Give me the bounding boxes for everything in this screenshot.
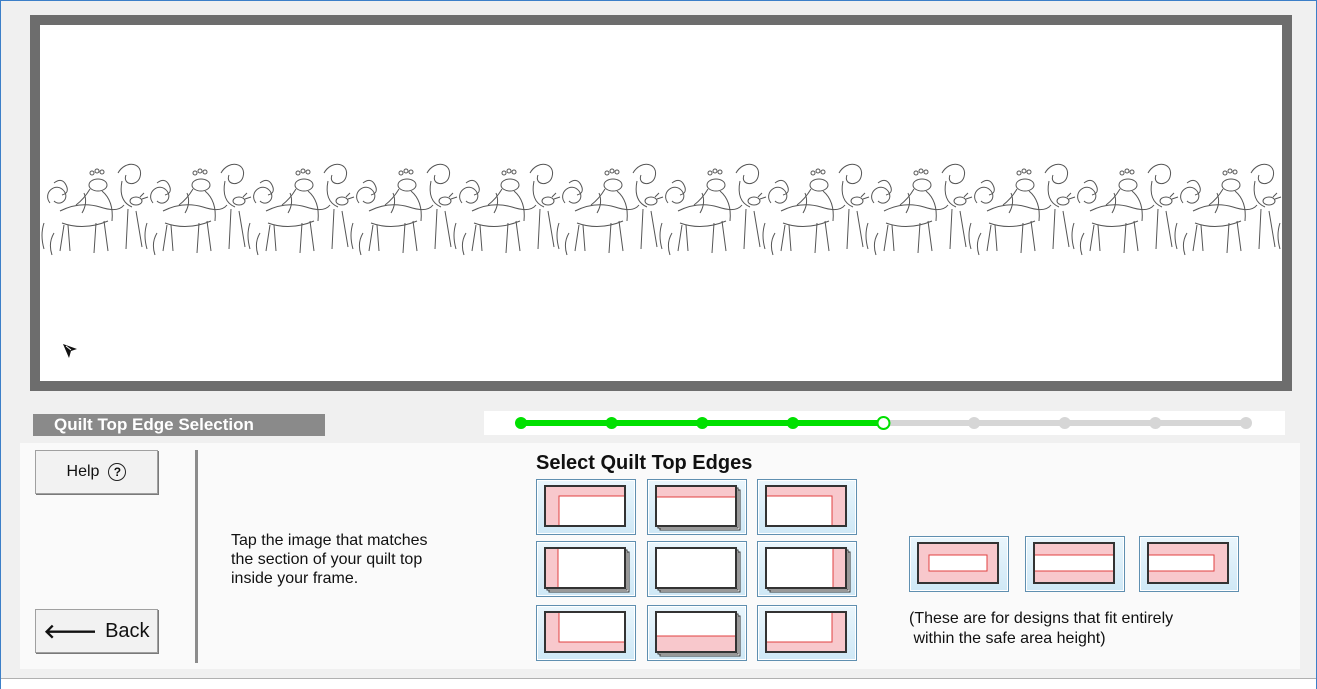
tile-right-edge[interactable] [757, 541, 857, 597]
section-title: Quilt Top Edge Selection [33, 414, 325, 436]
instructions-line-1: Tap the image that matches [231, 532, 428, 549]
design-preview-frame [30, 15, 1292, 391]
progress-step-dot [1058, 417, 1071, 429]
tile-bottom-left-edge[interactable] [536, 605, 636, 661]
tile-bottom-edge[interactable] [647, 605, 747, 661]
tile-bottom-right-edge[interactable] [757, 605, 857, 661]
left-arrow-icon: 🡐 [43, 620, 98, 643]
help-button[interactable]: Help ? [35, 450, 158, 494]
edge-selection-panel: Help ? 🡐 Back Tap the image that matches… [20, 443, 1300, 669]
progress-step-dot [605, 417, 618, 429]
edge-grid-title: Select Quilt Top Edges [536, 452, 753, 474]
back-button[interactable]: 🡐 Back [35, 609, 158, 653]
vertical-divider [195, 450, 198, 663]
question-circle-icon: ? [108, 463, 127, 481]
instructions-text: Tap the image that matches the section o… [231, 531, 511, 588]
progress-step-dot [1149, 417, 1162, 429]
help-button-label: Help [66, 463, 100, 480]
safe-area-note-line-2: within the safe area height) [909, 630, 1106, 647]
tile-top-bottom-edges[interactable] [1025, 536, 1125, 592]
progress-step-dot [696, 417, 709, 429]
status-strip [1, 678, 1316, 689]
tile-top-left-edge[interactable] [536, 479, 636, 535]
step-progress-track [515, 416, 1252, 430]
step-progress-bar [484, 411, 1285, 435]
safe-area-note: (These are for designs that fit entirely… [909, 609, 1173, 649]
progress-step-dot [876, 416, 891, 430]
progress-step-dot [1240, 417, 1252, 429]
tile-all-edges[interactable] [909, 536, 1009, 592]
tile-center[interactable] [647, 541, 747, 597]
safe-area-note-line-1: (These are for designs that fit entirely [909, 610, 1174, 627]
instructions-line-2: the section of your quilt top [231, 551, 423, 568]
design-preview-canvas[interactable] [40, 25, 1282, 381]
tile-top-edge[interactable] [647, 479, 747, 535]
instructions-line-3: inside your frame. [231, 570, 359, 587]
pointer-arrow-icon [63, 344, 77, 358]
tile-top-right-edge[interactable] [757, 479, 857, 535]
giraffe-border-pattern [41, 163, 1282, 256]
progress-step-dot [786, 417, 799, 429]
tile-left-right-top-bottom-edges[interactable] [1139, 536, 1239, 592]
progress-step-dot [515, 417, 527, 429]
progress-step-dot [968, 417, 981, 429]
tile-left-edge[interactable] [536, 541, 636, 597]
back-button-label: Back [105, 619, 150, 642]
